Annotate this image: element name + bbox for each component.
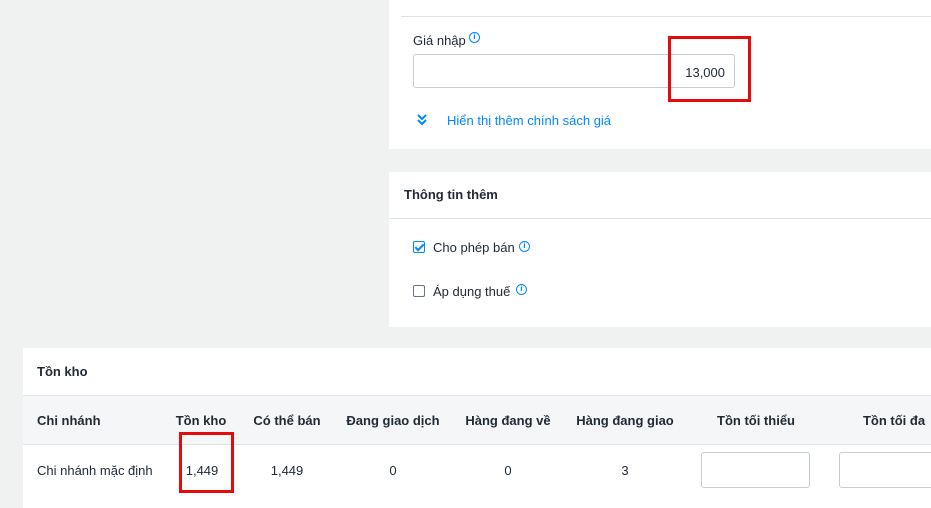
- column-header-on-hand: Tồn kho: [175, 413, 227, 428]
- import-price-label: Giá nhập: [413, 33, 466, 48]
- show-more-price-policy-label: Hiển thị thêm chính sách giá: [447, 113, 612, 128]
- pricing-card: Giá nhập i 13,000 Hiển thị thêm chính sá…: [389, 0, 931, 149]
- column-header-in-transaction: Đang giao dịch: [346, 413, 440, 428]
- inventory-title: Tồn kho: [37, 364, 88, 379]
- branch-name: Chi nhánh mặc định: [37, 463, 153, 478]
- highlight-box-import-price: [668, 36, 751, 102]
- double-chevron-down-icon: [417, 114, 427, 126]
- column-header-min-stock: Tồn tối thiểu: [717, 413, 795, 428]
- info-icon[interactable]: i: [519, 241, 530, 252]
- info-icon[interactable]: i: [516, 284, 527, 295]
- column-header-branch: Chi nhánh: [37, 413, 101, 428]
- in-transaction-value: 0: [389, 463, 397, 478]
- min-stock-input[interactable]: [701, 452, 810, 488]
- column-header-shipping: Hàng đang giao: [576, 413, 674, 428]
- divider: [389, 218, 931, 219]
- allow-sale-checkbox[interactable]: [413, 241, 425, 253]
- available-value: 1,449: [270, 463, 304, 478]
- column-header-available: Có thể bán: [253, 413, 321, 428]
- apply-tax-checkbox[interactable]: [413, 285, 425, 297]
- shipping-value: 3: [621, 463, 629, 478]
- extra-info-card: Thông tin thêm Cho phép bán i Áp dụng th…: [389, 172, 931, 327]
- apply-tax-label: Áp dụng thuế: [433, 284, 511, 299]
- highlight-box-on-hand: [179, 432, 234, 493]
- table-header: Chi nhánh Tồn kho Có thể bán Đang giao d…: [23, 395, 931, 445]
- column-header-incoming: Hàng đang về: [465, 413, 551, 428]
- extra-info-title: Thông tin thêm: [404, 187, 498, 202]
- column-header-max-stock: Tồn tối đa: [862, 413, 926, 428]
- divider: [401, 16, 931, 17]
- allow-sale-label: Cho phép bán: [433, 240, 515, 255]
- info-icon[interactable]: i: [469, 32, 480, 43]
- inventory-card: Tồn kho Chi nhánh Tồn kho Có thể bán Đan…: [23, 348, 931, 508]
- incoming-value: 0: [504, 463, 512, 478]
- max-stock-input[interactable]: [839, 452, 931, 488]
